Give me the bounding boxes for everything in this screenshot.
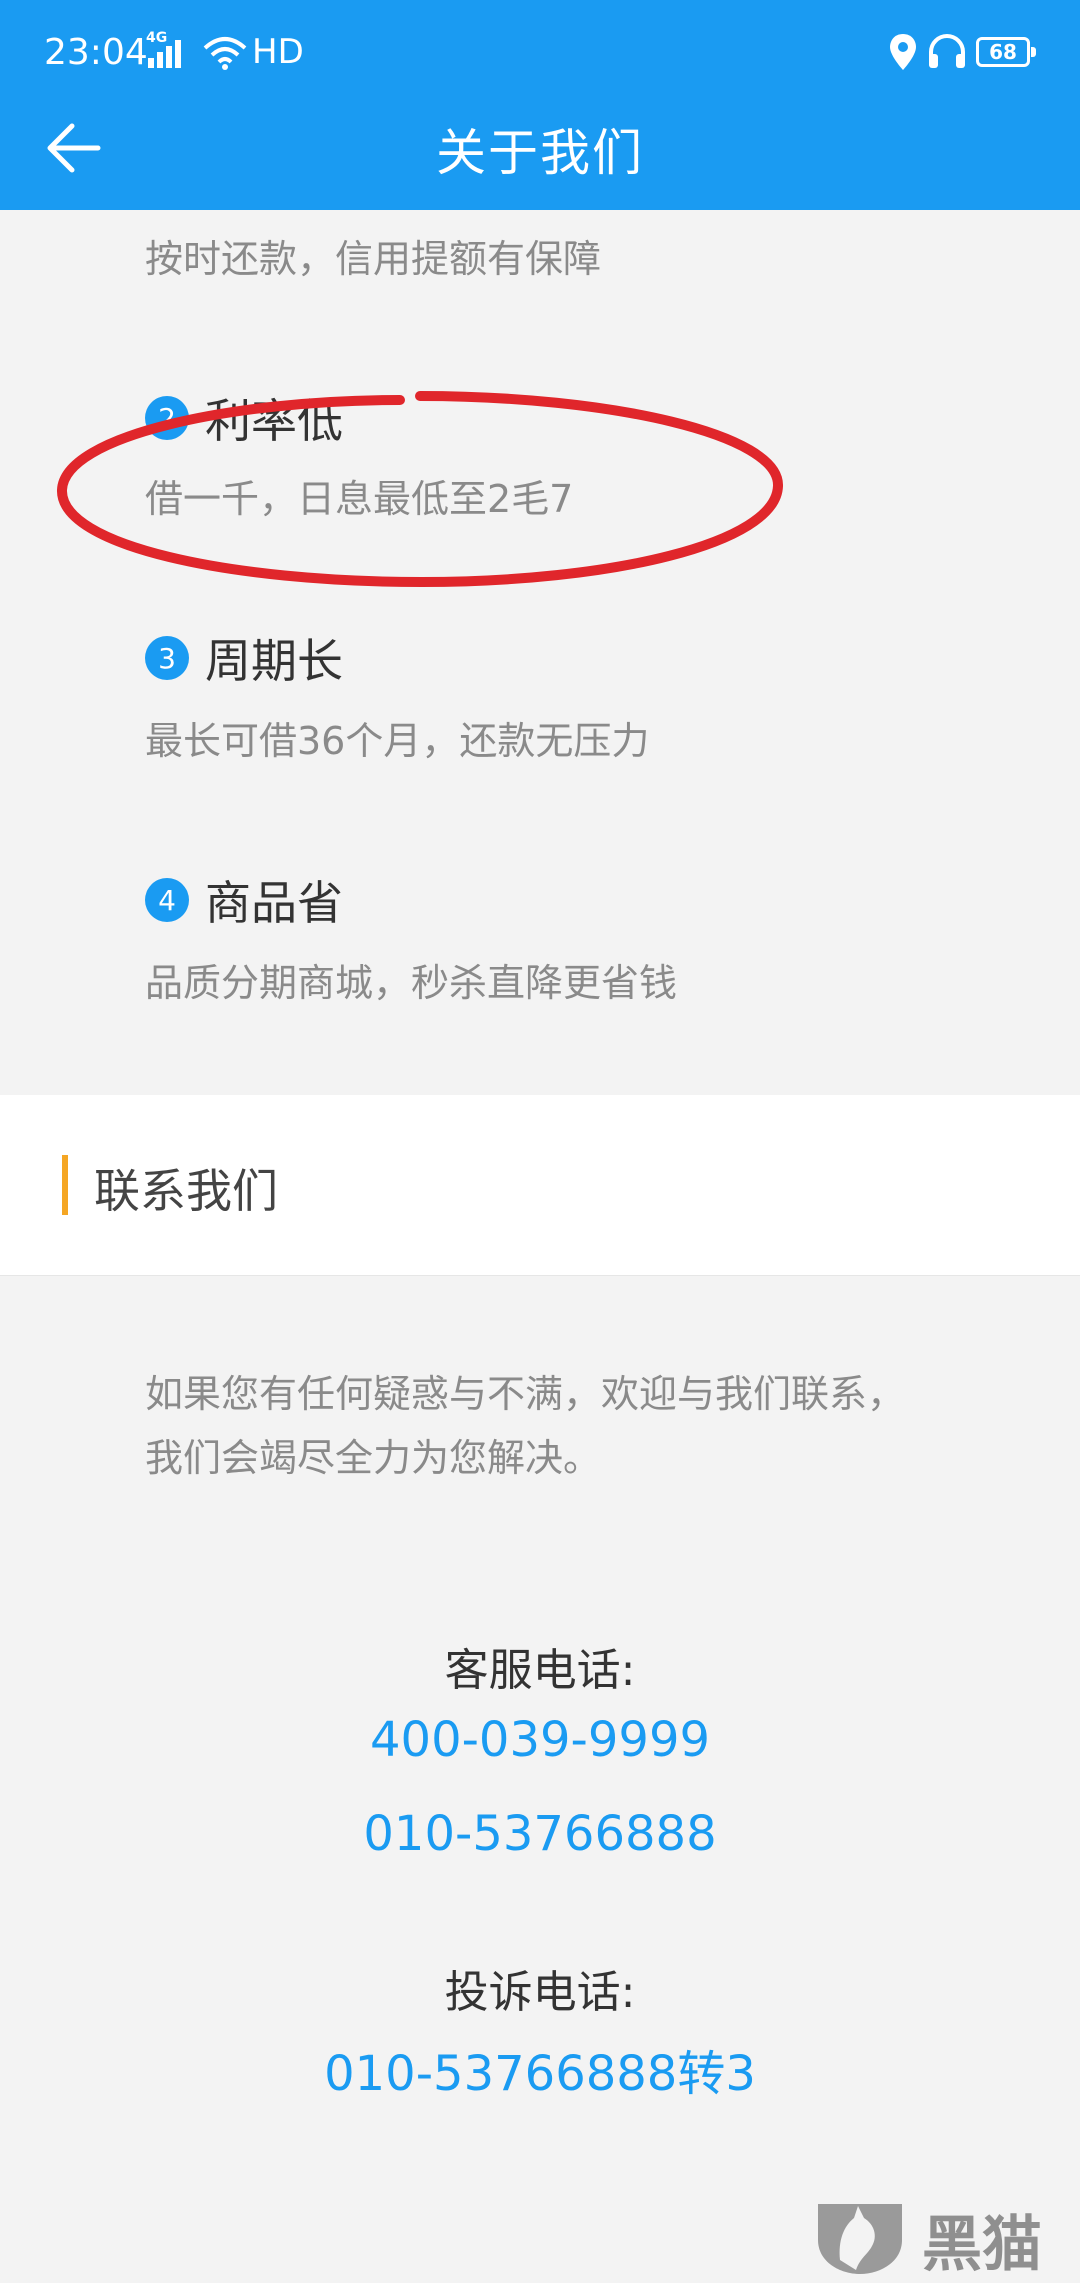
headset-icon — [929, 34, 965, 68]
location-icon — [890, 34, 916, 70]
feature-3-title: 周期长 — [205, 634, 343, 688]
contact-section-header: 联系我们 — [0, 1095, 1080, 1276]
complaint-phone-label: 投诉电话: — [444, 1967, 636, 2018]
accent-bar — [62, 1155, 68, 1215]
service-phone-label: 客服电话: — [444, 1645, 636, 1696]
complaint-phone-link[interactable]: 010-53766888转3 — [0, 2034, 1080, 2104]
feature-1-desc: 按时还款，信用提额有保障 — [145, 237, 602, 281]
feature-2-title: 利率低 — [205, 394, 343, 448]
number-badge: 3 — [145, 636, 189, 680]
feature-3-header: 3 周期长 — [145, 632, 343, 688]
hd-indicator: HD — [252, 32, 304, 72]
signal-icon — [148, 40, 181, 68]
number-badge: 4 — [145, 878, 189, 922]
feature-2-header: 2 利率低 — [145, 392, 343, 448]
feature-3-desc: 最长可借36个月，还款无压力 — [145, 719, 650, 763]
status-time: 23:04 — [44, 32, 148, 73]
app-header: 23:04 4G HD 68 关于我们 — [0, 0, 1080, 210]
wifi-icon — [203, 37, 247, 70]
battery-indicator: 68 — [976, 37, 1036, 67]
service-phone-link-1[interactable]: 400-039-9999 — [0, 1712, 1080, 1768]
feature-4-desc: 品质分期商城，秒杀直降更省钱 — [145, 961, 678, 1005]
number-badge: 2 — [145, 396, 189, 440]
contact-title: 联系我们 — [94, 1164, 278, 1218]
feature-4-header: 4 商品省 — [145, 874, 343, 930]
feature-4-title: 商品省 — [205, 876, 343, 930]
watermark-text: 黑猫 — [922, 2210, 1042, 2280]
feature-2-desc: 借一千，日息最低至2毛7 — [145, 477, 574, 521]
contact-message: 如果您有任何疑惑与不满，欢迎与我们联系，我们会竭尽全力为您解决。 — [145, 1372, 906, 1480]
black-cat-logo — [818, 2204, 902, 2274]
service-phone-link-2[interactable]: 010-53766888 — [0, 1806, 1080, 1862]
page-title: 关于我们 — [436, 124, 644, 182]
